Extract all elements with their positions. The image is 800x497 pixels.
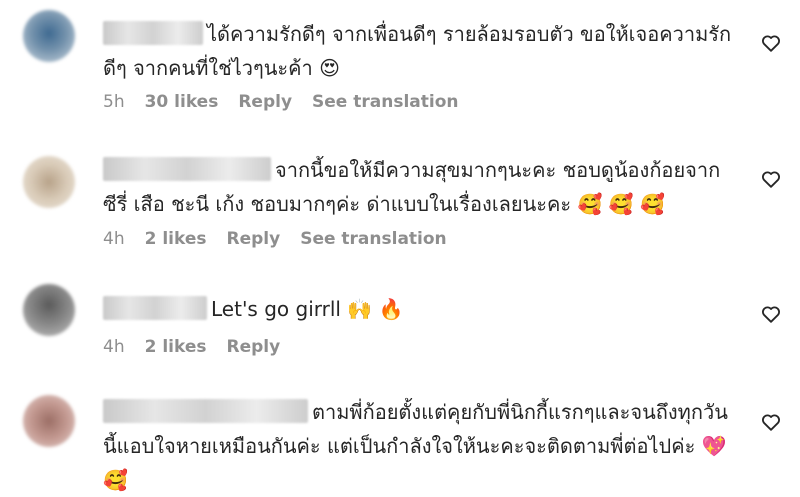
see-translation-button[interactable]: See translation bbox=[300, 229, 446, 249]
likes-count[interactable]: 30 likes bbox=[145, 92, 219, 112]
heart-outline-icon[interactable] bbox=[760, 32, 782, 54]
avatar[interactable] bbox=[23, 156, 75, 208]
see-translation-button[interactable]: See translation bbox=[312, 92, 458, 112]
likes-count[interactable]: 2 likes bbox=[145, 229, 207, 249]
username[interactable] bbox=[103, 157, 271, 181]
reply-button[interactable]: Reply bbox=[238, 92, 292, 112]
comment-meta: 5h 30 likes Reply See translation bbox=[103, 92, 459, 112]
comment-text-container: จากนี้ขอให้มีความสุขมากๆนะคะ ชอบดูน้องก้… bbox=[103, 153, 733, 221]
heart-outline-icon[interactable] bbox=[760, 303, 782, 325]
avatar[interactable] bbox=[23, 10, 75, 62]
comment-body: ได้ความรักดีๆ จากเพื่อนดีๆ รายล้อมรอบตัว… bbox=[103, 17, 733, 85]
username[interactable] bbox=[103, 296, 207, 320]
reply-button[interactable]: Reply bbox=[227, 229, 281, 249]
comment-body: Let's go girrll 🙌 🔥 bbox=[103, 292, 733, 326]
comment-text-container: ได้ความรักดีๆ จากเพื่อนดีๆ รายล้อมรอบตัว… bbox=[103, 17, 733, 85]
timestamp[interactable]: 5h bbox=[103, 92, 125, 112]
comment-meta: 4h 2 likes Reply bbox=[103, 337, 280, 357]
username[interactable] bbox=[103, 21, 203, 45]
comment-body: ตามพี่ก้อยตั้งแต่คุยกับพี่นิกกี้แรกๆและจ… bbox=[103, 395, 733, 497]
username[interactable] bbox=[103, 399, 308, 423]
likes-count[interactable]: 2 likes bbox=[145, 337, 207, 357]
comment-text: Let's go girrll 🙌 🔥 bbox=[211, 297, 404, 321]
comment-text-container: ตามพี่ก้อยตั้งแต่คุยกับพี่นิกกี้แรกๆและจ… bbox=[103, 395, 733, 497]
comment-body: จากนี้ขอให้มีความสุขมากๆนะคะ ชอบดูน้องก้… bbox=[103, 153, 733, 221]
reply-button[interactable]: Reply bbox=[227, 337, 281, 357]
timestamp[interactable]: 4h bbox=[103, 229, 125, 249]
heart-outline-icon[interactable] bbox=[760, 168, 782, 190]
heart-outline-icon[interactable] bbox=[760, 411, 782, 433]
avatar[interactable] bbox=[23, 284, 75, 336]
timestamp[interactable]: 4h bbox=[103, 337, 125, 357]
comment-text-container: Let's go girrll 🙌 🔥 bbox=[103, 292, 733, 326]
avatar[interactable] bbox=[23, 395, 75, 447]
comment-meta: 4h 2 likes Reply See translation bbox=[103, 229, 447, 249]
